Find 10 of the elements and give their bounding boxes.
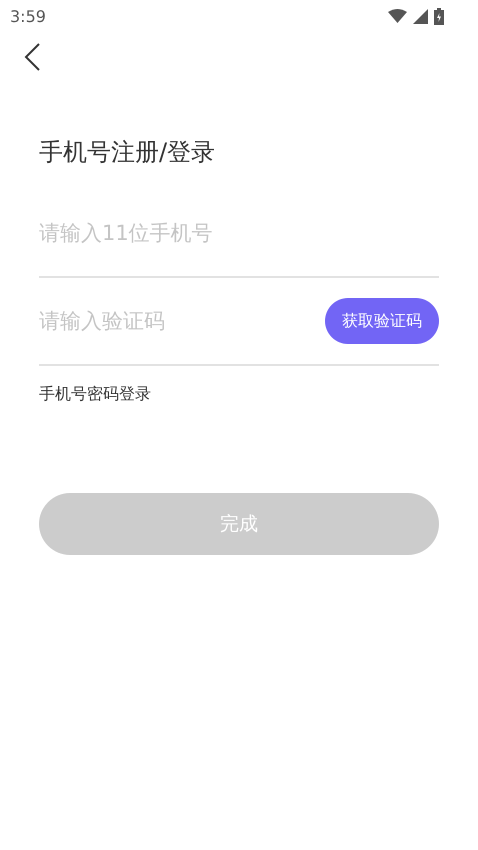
get-code-button[interactable]: 获取验证码 (325, 298, 439, 344)
phone-input-field[interactable]: 请输入11位手机号 (39, 213, 439, 253)
battery-icon (434, 8, 444, 24)
back-icon[interactable] (24, 43, 40, 71)
code-input-field[interactable]: 请输入验证码 (39, 301, 325, 341)
status-time: 3:59 (10, 6, 46, 26)
page-title: 手机号注册/登录 (39, 137, 216, 168)
wifi-icon (388, 9, 407, 23)
password-login-link[interactable]: 手机号密码登录 (39, 384, 151, 405)
signal-icon (413, 8, 428, 24)
